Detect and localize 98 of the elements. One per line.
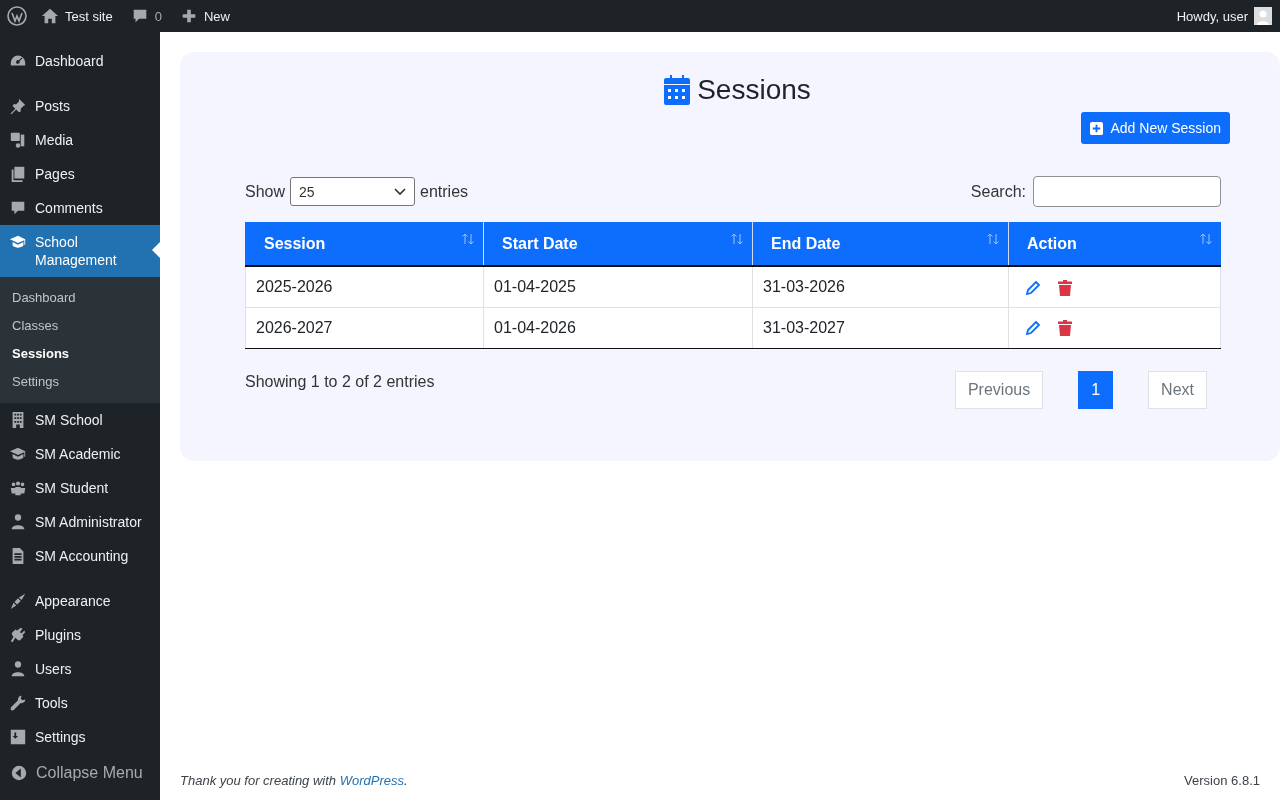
table-cell: 01-04-2025 (483, 266, 753, 307)
menu-item[interactable]: SM Academic (0, 437, 160, 471)
pagination-button[interactable]: 1 (1078, 370, 1114, 409)
menu-item[interactable]: SM Administrator (0, 505, 160, 539)
menu-item[interactable]: Plugins (0, 618, 160, 652)
menu-label: SM Student (35, 479, 109, 497)
comment-icon (9, 199, 27, 217)
comments-link[interactable]: 0 (130, 7, 162, 25)
menu-label: Posts (35, 97, 70, 115)
calendar-icon (664, 75, 691, 105)
menu-label: School Management (35, 233, 118, 269)
version-text: Version 6.8.1 (1184, 773, 1260, 788)
menu-label: SM Administrator (35, 513, 142, 531)
menu-label: Dashboard (35, 52, 104, 70)
chevron-down-icon (394, 187, 407, 196)
greeting: Howdy, user (1176, 8, 1248, 24)
pagination-button[interactable]: Previous (954, 370, 1044, 409)
footer-period: . (404, 773, 408, 788)
sort-icon (730, 233, 744, 245)
new-label: New (203, 8, 230, 24)
menu-label: Pages (35, 165, 75, 183)
menu-item[interactable]: SM Student (0, 471, 160, 505)
column-header[interactable]: End Date (752, 222, 1009, 266)
comment-count: 0 (154, 8, 162, 24)
entries-label: entries (420, 182, 469, 201)
site-link[interactable]: Test site (41, 7, 113, 25)
collapse-menu-button[interactable]: Collapse Menu (0, 756, 160, 790)
submenu-item[interactable]: Classes (0, 312, 160, 340)
brush-icon (9, 592, 27, 610)
avatar-icon (1254, 7, 1272, 25)
menu-item[interactable]: Posts (0, 89, 160, 123)
pagination-button[interactable]: Next (1148, 370, 1207, 409)
left-arrow-circle-icon (10, 764, 28, 782)
menu-label: SM Accounting (35, 547, 129, 565)
people-icon (9, 479, 27, 497)
trash-icon[interactable] (1058, 320, 1072, 337)
table-cell: 01-04-2026 (483, 307, 753, 348)
submenu-item[interactable]: Settings (0, 368, 160, 396)
menu-item[interactable]: Comments (0, 191, 160, 225)
menu-item[interactable]: Appearance (0, 584, 160, 618)
menu-item[interactable]: SM Accounting (0, 539, 160, 573)
table-cell: 2025-2026 (245, 266, 484, 307)
menu-label: Tools (35, 694, 68, 712)
menu-item[interactable]: Tools (0, 686, 160, 720)
wordpress-link[interactable]: WordPress (339, 773, 404, 788)
trash-icon[interactable] (1058, 279, 1072, 296)
edit-icon[interactable] (1025, 320, 1041, 337)
menu-label: Users (35, 660, 72, 678)
sort-icon (1198, 233, 1213, 245)
show-label: Show (245, 182, 286, 201)
menu-item[interactable]: Media (0, 123, 160, 157)
wrench-icon (9, 694, 27, 712)
submenu-item[interactable]: Dashboard (0, 284, 160, 312)
plug-icon (9, 626, 27, 644)
graduation-cap-icon (9, 233, 27, 251)
sort-icon (986, 233, 1000, 245)
person-icon (9, 513, 27, 531)
wordpress-logo-icon[interactable] (7, 6, 27, 26)
search-label: Search: (970, 182, 1026, 201)
column-header[interactable]: Start Date (483, 222, 753, 266)
menu-label: SM Academic (35, 445, 121, 463)
sort-icon (461, 233, 475, 245)
menu-label: SM School (35, 411, 103, 429)
graduation-cap-icon (9, 445, 27, 463)
plus-square-icon (1090, 121, 1104, 135)
pages-icon (9, 165, 27, 183)
column-header[interactable]: Action (1008, 222, 1221, 266)
add-session-button[interactable]: Add New Session (1081, 112, 1230, 144)
menu-item[interactable]: School Management (0, 225, 160, 277)
table-cell: 2026-2027 (245, 307, 484, 348)
menu-item[interactable]: Users (0, 652, 160, 686)
submenu-item[interactable]: Sessions (0, 340, 160, 368)
menu-label: Appearance (35, 592, 111, 610)
page-length-select[interactable]: 25 (290, 177, 416, 206)
page-title: Sessions (664, 74, 811, 106)
site-name: Test site (65, 8, 113, 24)
person-icon (9, 660, 27, 678)
menu-item[interactable]: Settings (0, 720, 160, 754)
menu-item[interactable]: SM School (0, 403, 160, 437)
menu-label: Plugins (35, 626, 81, 644)
footer-text: Thank you for creating with (180, 773, 338, 788)
edit-icon[interactable] (1025, 279, 1041, 296)
menu-label: Comments (35, 199, 103, 217)
user-menu[interactable]: Howdy, user (1176, 7, 1272, 25)
new-link[interactable]: New (179, 7, 230, 25)
pin-icon (9, 97, 27, 115)
table-info: Showing 1 to 2 of 2 entries (245, 372, 435, 392)
menu-label: Settings (35, 728, 86, 746)
search-field[interactable] (1033, 176, 1221, 207)
menu-item[interactable]: Pages (0, 157, 160, 191)
media-icon (9, 131, 27, 149)
home-icon (41, 7, 59, 25)
table-cell: 31-03-2026 (752, 266, 1009, 307)
collapse-label: Collapse Menu (36, 764, 143, 782)
table-cell: 31-03-2027 (752, 307, 1009, 348)
column-header[interactable]: Session (245, 222, 484, 266)
menu-label: Media (35, 131, 74, 149)
menu-item[interactable]: Dashboard (0, 44, 160, 78)
